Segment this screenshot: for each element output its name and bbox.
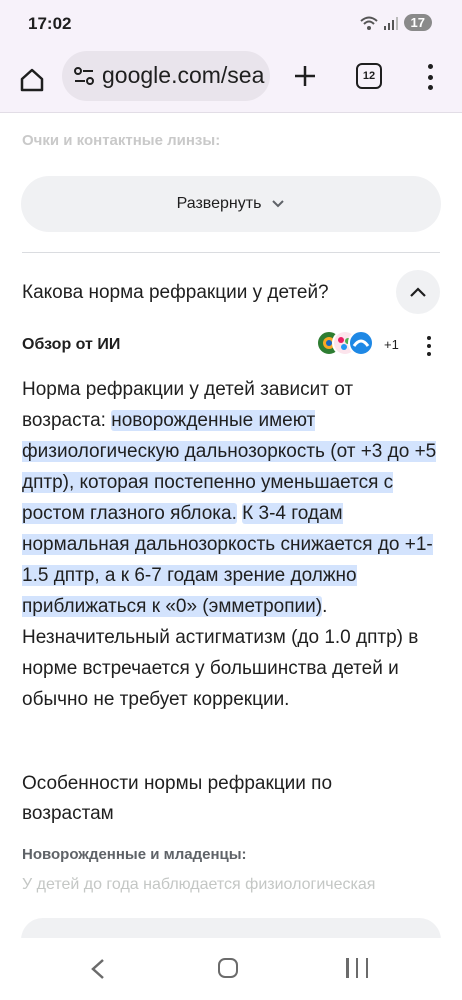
ai-overview-label: Обзор от ИИ <box>22 336 121 353</box>
more-vert-icon <box>427 85 433 90</box>
url-text[interactable]: google.com/sea <box>102 62 264 89</box>
signal-icon <box>383 16 398 30</box>
home-nav-icon[interactable] <box>218 958 238 978</box>
status-time: 17:02 <box>28 14 72 33</box>
battery-indicator: 17 <box>403 14 432 31</box>
chevron-down-icon <box>272 200 285 208</box>
divider <box>22 252 440 253</box>
subheading: Новорожденные и младенцы: <box>22 846 247 863</box>
faded-body-text: У детей до года наблюдается физиологичес… <box>22 876 376 893</box>
section-title: Особенности нормы рефракции по возрастам <box>22 773 333 824</box>
plus-icon <box>295 66 315 86</box>
expand-button-label: Развернуть <box>176 195 262 212</box>
question-heading[interactable]: Какова норма рефракции у детей? <box>22 282 329 304</box>
home-icon <box>20 68 44 92</box>
status-icons: 17 <box>359 14 432 31</box>
tab-switcher-button[interactable]: 12 <box>356 63 382 89</box>
recent-apps-icon[interactable] <box>346 958 368 978</box>
status-bar: 17:02 17 <box>0 0 462 48</box>
more-vert-icon <box>427 336 431 340</box>
tune-icon[interactable] <box>72 64 96 88</box>
more-vert-icon <box>427 344 431 348</box>
expand-button[interactable]: Развернуть <box>21 176 441 232</box>
collapse-button[interactable] <box>396 270 440 314</box>
overview-menu-button[interactable] <box>424 336 434 356</box>
source-avatars[interactable] <box>316 330 386 358</box>
more-vert-icon <box>427 74 433 80</box>
home-button[interactable] <box>14 62 50 98</box>
source-icon[interactable] <box>348 330 374 356</box>
wifi-icon <box>359 16 378 30</box>
chevron-up-icon <box>410 287 426 297</box>
browser-toolbar: google.com/sea 12 <box>0 48 462 113</box>
system-nav-bar <box>0 938 462 1000</box>
new-tab-button[interactable] <box>290 61 320 91</box>
browser-menu-button[interactable] <box>420 62 440 92</box>
more-sources-count[interactable]: +1 <box>384 337 399 352</box>
more-vert-icon <box>427 64 433 69</box>
faded-section-heading: Очки и контактные линзы: <box>22 132 221 149</box>
url-bar[interactable]: google.com/sea <box>62 51 270 101</box>
back-icon[interactable] <box>90 958 106 980</box>
ai-answer-text: Норма рефракции у детей зависит от возра… <box>22 374 442 715</box>
more-vert-icon <box>427 352 431 356</box>
